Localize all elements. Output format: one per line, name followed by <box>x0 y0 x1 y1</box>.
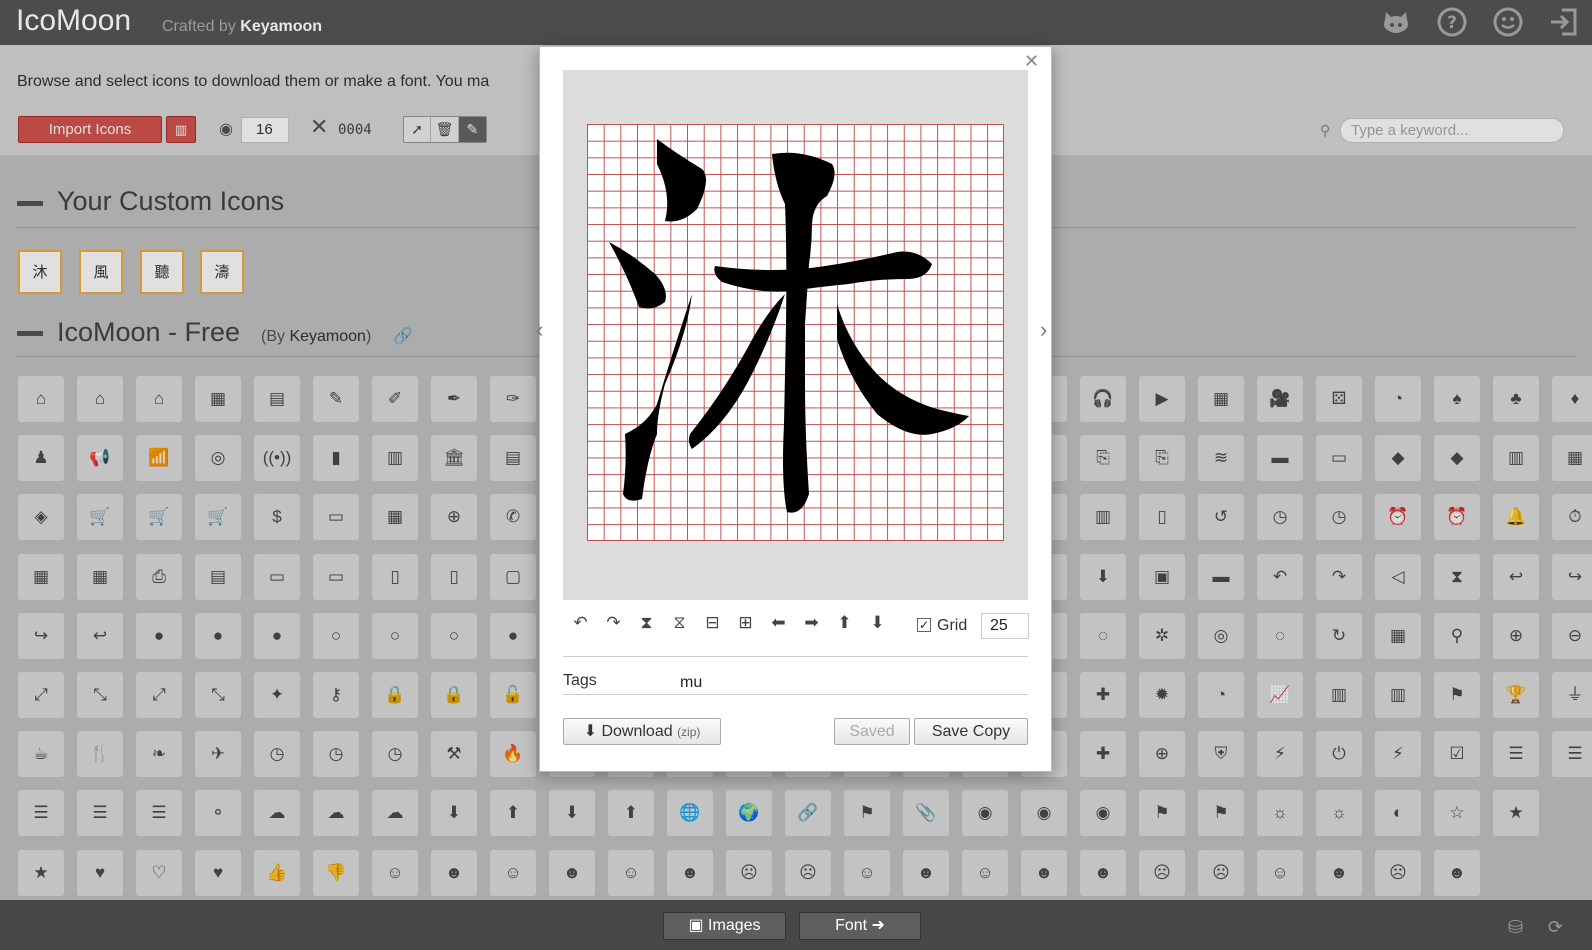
download-icon: ⬇ <box>583 723 597 740</box>
images-button[interactable]: ▣ Images <box>663 912 786 940</box>
font-button[interactable]: Font ➜ <box>799 912 921 940</box>
help-icon[interactable]: ? <box>1436 6 1468 38</box>
font-label: Font <box>835 917 868 934</box>
refresh-icon[interactable]: ⟳ <box>1548 917 1563 938</box>
save-copy-button[interactable]: Save Copy <box>914 718 1028 745</box>
download-zip-button[interactable]: ⬇ Download (zip) <box>563 718 721 745</box>
move-left-icon[interactable]: ⬅ <box>762 612 795 634</box>
sign-in-icon[interactable] <box>1548 6 1580 38</box>
move-right-icon[interactable]: ➡ <box>795 612 828 634</box>
shrink-icon[interactable]: ⊟ <box>696 612 729 634</box>
grid-size-input[interactable]: 25 <box>981 613 1029 639</box>
bottom-bar <box>0 900 1592 950</box>
saved-button: Saved <box>834 718 910 745</box>
github-icon[interactable] <box>1380 6 1412 38</box>
download-suffix: (zip) <box>677 725 701 739</box>
next-icon-arrow[interactable]: › <box>1040 317 1047 343</box>
flip-vertical-icon[interactable]: ⧖ <box>663 612 696 634</box>
tags-input[interactable]: mu <box>680 674 702 692</box>
tags-label: Tags <box>563 672 597 689</box>
move-up-icon[interactable]: ⬆ <box>828 612 861 634</box>
svg-text:?: ? <box>1447 13 1457 33</box>
flip-horizontal-icon[interactable]: ⧗ <box>630 612 663 634</box>
app-logo[interactable]: IcoMoon <box>16 4 131 38</box>
arrow-right-icon: ➜ <box>871 917 885 934</box>
glyph-canvas[interactable] <box>563 70 1028 600</box>
edit-tools: ↶ ↷ ⧗ ⧖ ⊟ ⊞ ⬅ ➡ ⬆ ⬇ <box>564 612 894 634</box>
grow-icon[interactable]: ⊞ <box>729 612 762 634</box>
close-icon[interactable]: ✕ <box>1024 51 1039 72</box>
database-icon[interactable]: ⛁ <box>1508 917 1523 938</box>
icon-editor-modal: ✕ ‹ › ↶ ↷ ⧗ ⧖ ⊟ ⊞ ⬅ ➡ ⬆ ⬇ ✓ Grid 25 Tags… <box>536 46 1052 772</box>
images-label: Images <box>708 917 761 934</box>
grid-label: Grid <box>937 617 968 634</box>
divider <box>563 694 1028 695</box>
prev-icon-arrow[interactable]: ‹ <box>536 317 543 343</box>
rotate-right-icon[interactable]: ↷ <box>597 612 630 634</box>
rotate-left-icon[interactable]: ↶ <box>564 612 597 634</box>
glyph-preview <box>609 139 969 513</box>
smiley-icon[interactable] <box>1492 6 1524 38</box>
crafted-by-label: Crafted by <box>162 18 236 35</box>
move-down-icon[interactable]: ⬇ <box>861 612 894 634</box>
grid-checkbox[interactable]: ✓ <box>917 618 931 632</box>
author-link[interactable]: Keyamoon <box>240 18 322 35</box>
download-label: Download <box>601 723 673 740</box>
crafted-by: Crafted by Keyamoon <box>162 18 322 36</box>
image-icon: ▣ <box>688 917 704 934</box>
divider <box>563 656 1028 657</box>
top-bar: IcoMoon Crafted by Keyamoon ? <box>0 0 1592 45</box>
